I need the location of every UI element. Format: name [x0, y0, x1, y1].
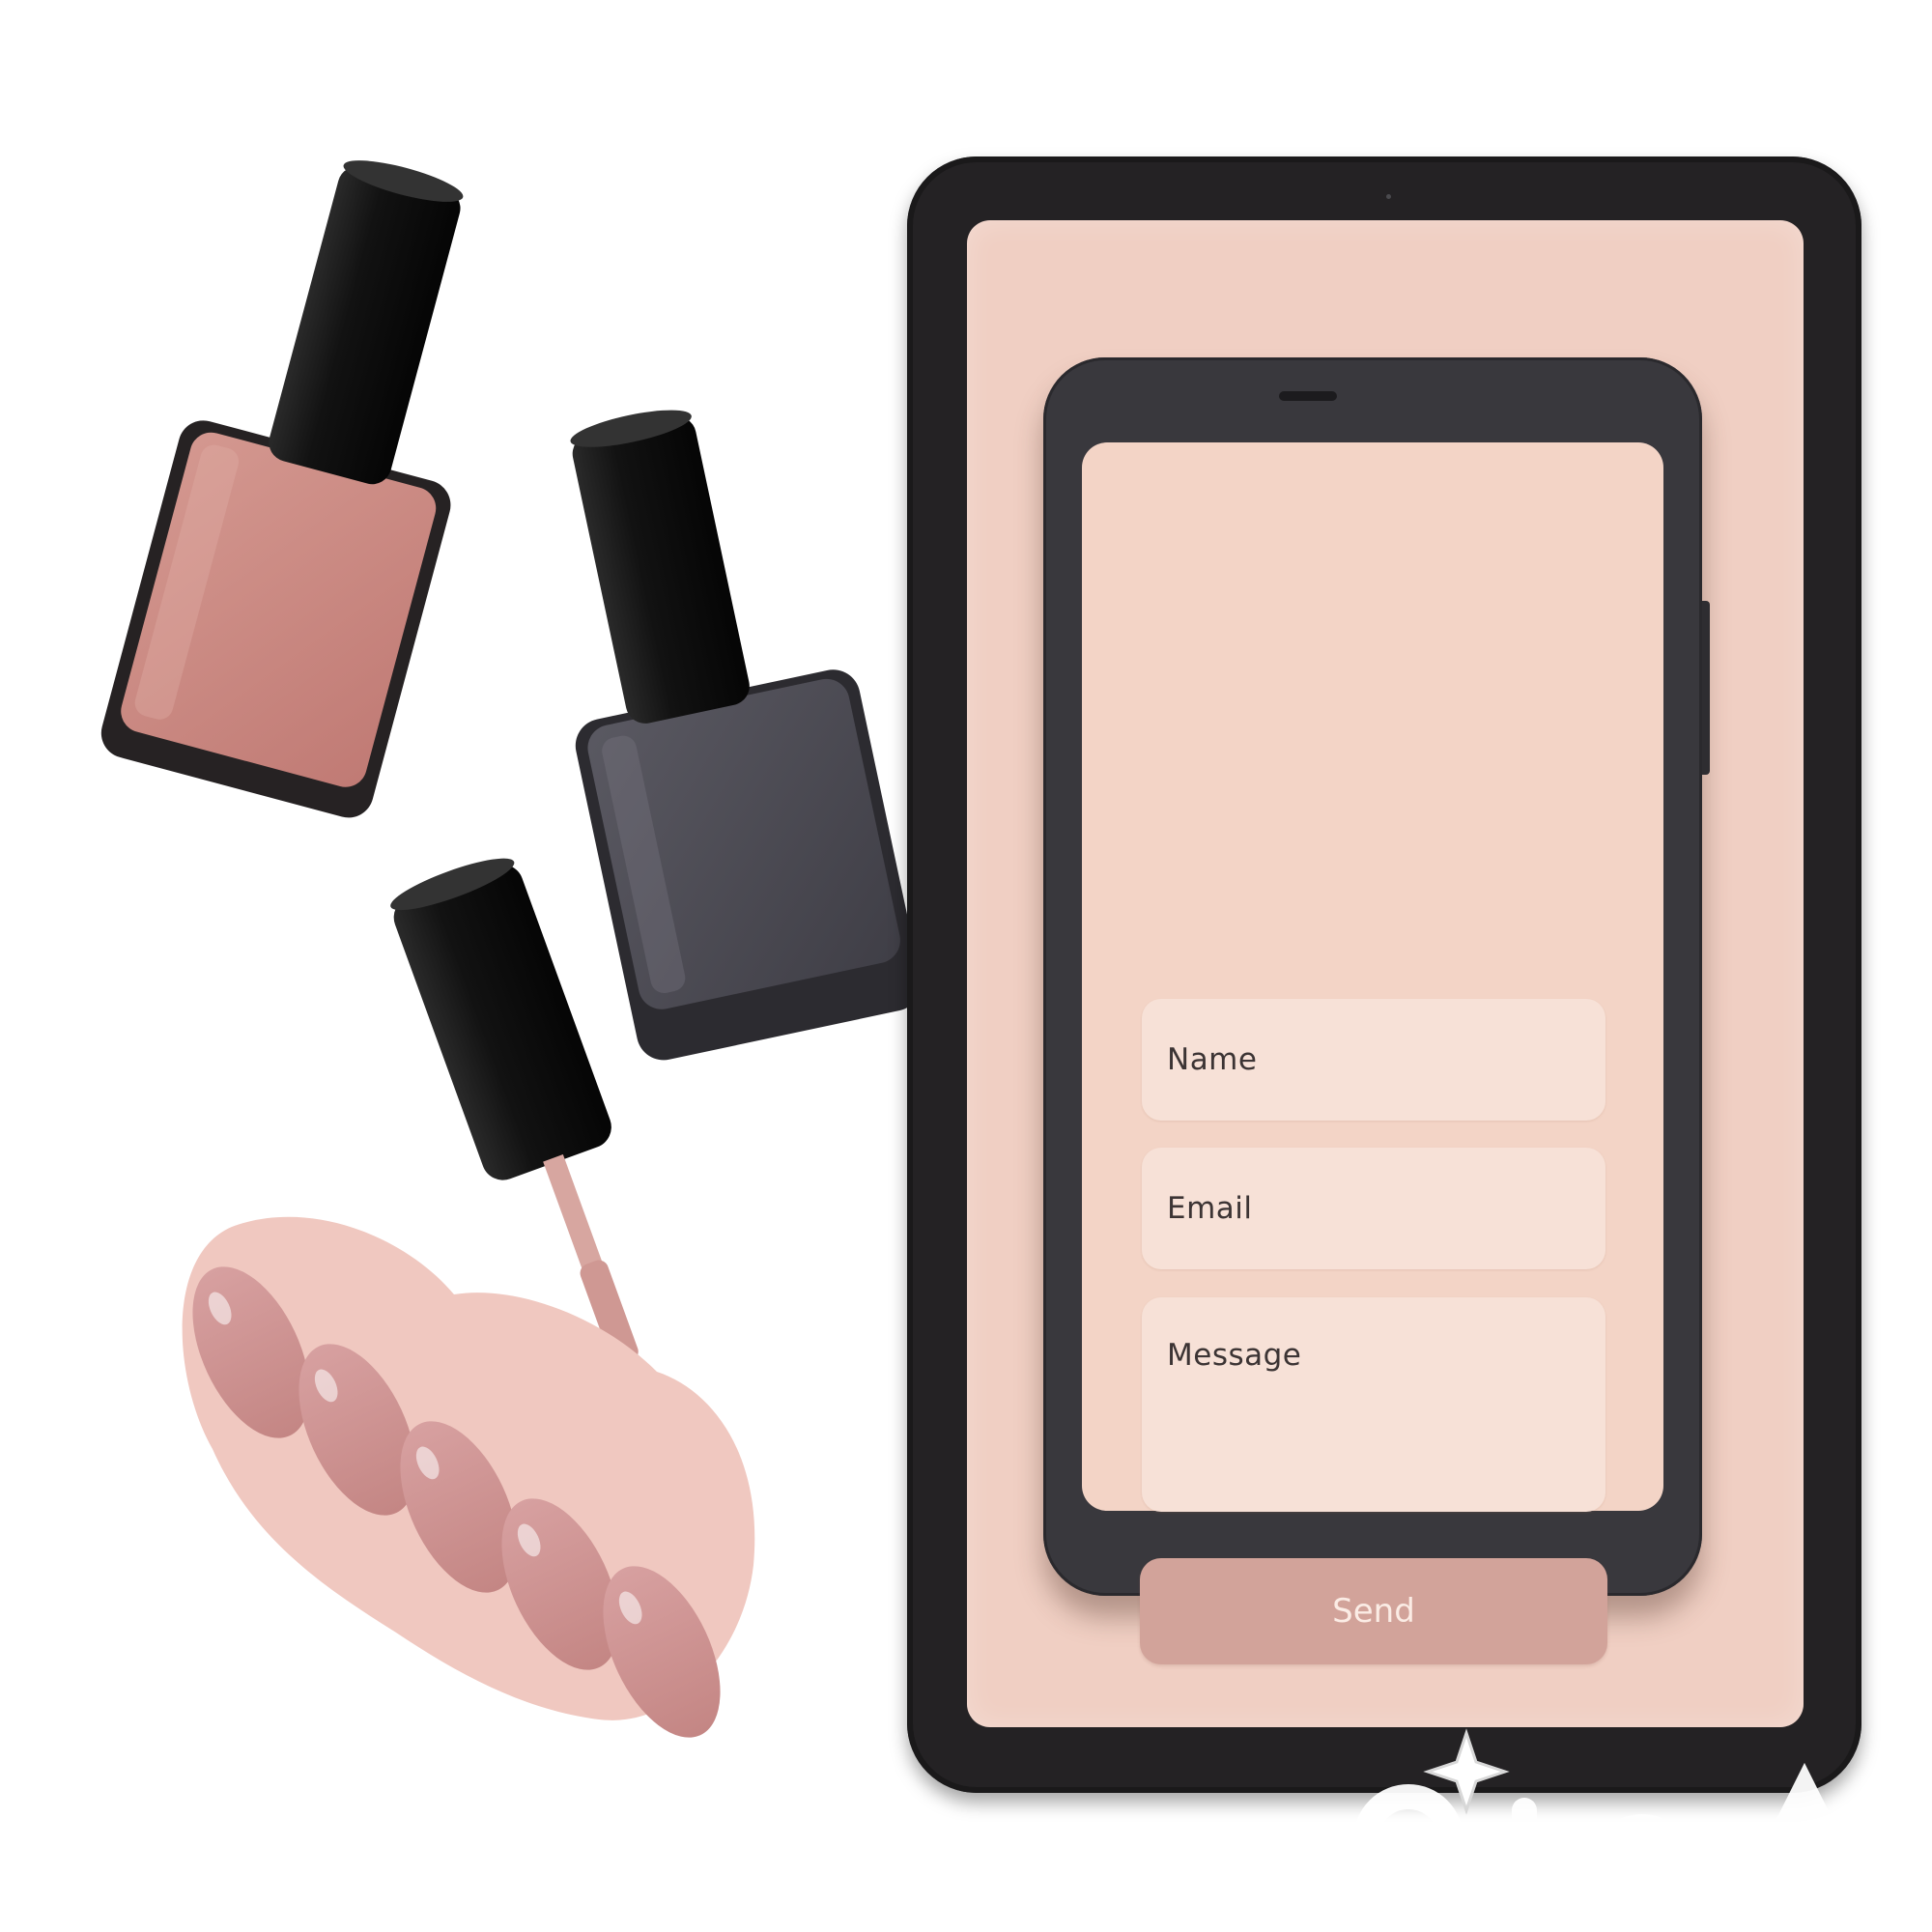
email-field-placeholder: Email [1167, 1191, 1253, 1226]
phone-speaker [1279, 391, 1337, 401]
send-button[interactable]: Send [1140, 1558, 1607, 1664]
message-field-placeholder: Message [1167, 1338, 1302, 1373]
email-field[interactable]: Email [1142, 1148, 1605, 1269]
name-field[interactable]: Name [1142, 999, 1605, 1121]
tablet-camera [1386, 194, 1391, 199]
nail-polish-bottle-rose [100, 160, 464, 818]
message-field[interactable]: Message [1142, 1297, 1605, 1512]
nail-polish-illustration [100, 160, 922, 1738]
name-field-placeholder: Name [1167, 1042, 1258, 1077]
watermark-logo [1353, 1728, 1853, 1859]
nail-polish-bottle-slate [570, 410, 922, 1061]
phone-device: Name Email Message Send [1043, 357, 1710, 1664]
nail-swatch-hand [182, 1216, 755, 1738]
contact-form-screen: Name Email Message Send [1082, 442, 1663, 1664]
phone-side-button [1702, 601, 1710, 775]
send-button-label: Send [1332, 1592, 1415, 1631]
